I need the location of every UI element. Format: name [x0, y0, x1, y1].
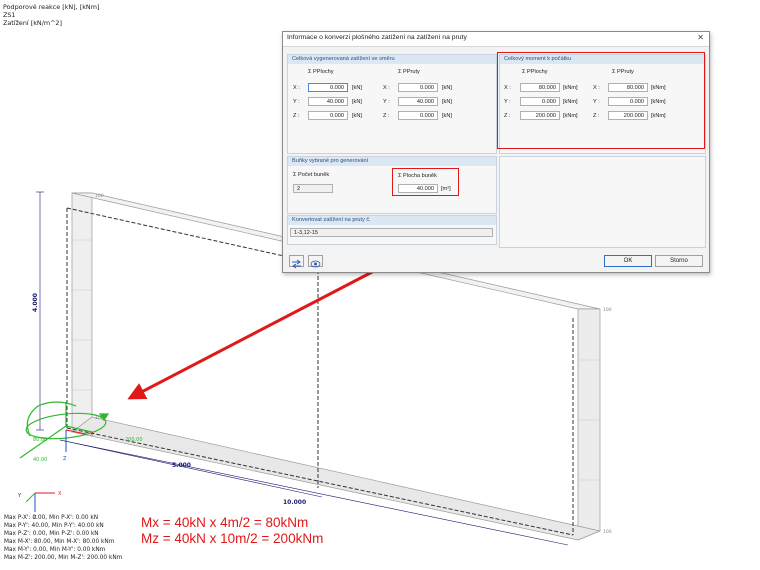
col-header-pruty: Σ PPruty: [398, 69, 420, 75]
reaction-value-labels: 80.00 40.00 200.00: [33, 437, 143, 463]
unit-label: [kN]: [442, 99, 452, 105]
wall-right: [577, 308, 601, 541]
convert-panel-title: Konvertovat zatížení na pruty č.: [288, 216, 496, 225]
load-panel: Celková vygenerovaná zatížení ve směru Σ…: [287, 54, 497, 154]
ok-button[interactable]: OK: [604, 255, 652, 267]
dialog-title: Informace o konverzi plošného zatížení n…: [287, 34, 467, 41]
summary-line: Max M-Z': 200.00, Min M-Z': 200.00 kNm: [4, 555, 123, 561]
node-label: 100: [603, 529, 612, 535]
convert-panel: Konvertovat zatížení na pruty č. 1-3,12-…: [287, 215, 497, 245]
node-label: 100: [95, 193, 104, 199]
close-icon[interactable]: ✕: [697, 33, 704, 42]
dialog-titlebar[interactable]: Informace o konverzi plošného zatížení n…: [283, 32, 709, 47]
load-z-pruty-field[interactable]: 0.000: [398, 111, 438, 120]
formula-mx: Mx = 40kN x 4m/2 = 80kNm: [141, 515, 309, 530]
summary-line: Max M-X': 80.00, Min M-X': 80.00 kNm: [4, 539, 115, 545]
load-y-plochy-field[interactable]: 40.000: [308, 97, 348, 106]
cell-count-field[interactable]: 2: [293, 184, 333, 193]
cells-panel-title: Buňky vybrané pro generování: [288, 157, 496, 166]
load-x-plochy-field[interactable]: 0.000: [308, 83, 348, 92]
conversion-info-dialog: Informace o konverzi plošného zatížení n…: [282, 31, 710, 273]
dim-height-label: 4.000: [32, 293, 39, 312]
row-axis-label: X :: [293, 85, 300, 91]
summary-line: Max P-Z': 0.00, Min P-Z': 0.00 kN: [4, 531, 99, 537]
load-z-plochy-field[interactable]: 0.000: [308, 111, 348, 120]
row-axis-label: Z :: [383, 113, 390, 119]
area-highlight-box: [392, 168, 459, 196]
unit-label: [kN]: [442, 113, 452, 119]
unit-label: [kN]: [352, 85, 362, 91]
view-icon[interactable]: [308, 255, 323, 268]
unit-label: [kN]: [442, 85, 452, 91]
load-y-pruty-field[interactable]: 40.000: [398, 97, 438, 106]
empty-panel: [499, 156, 706, 248]
load-panel-title: Celková vygenerovaná zatížení ve směru: [288, 55, 496, 64]
svg-text:X: X: [58, 491, 62, 497]
row-axis-label: Z :: [293, 113, 300, 119]
summary-line: Max M-Y': 0.00, Min M-Y': 0.00 kNm: [4, 547, 106, 553]
cancel-button[interactable]: Storno: [655, 255, 703, 267]
swap-icon[interactable]: [289, 255, 304, 269]
cell-count-label: Σ Počet buněk: [293, 172, 330, 178]
row-axis-label: Y :: [383, 99, 390, 105]
svg-text:Z: Z: [63, 456, 67, 462]
unit-label: [kN]: [352, 99, 362, 105]
dim-full-label: 10.000: [283, 499, 306, 506]
moment-highlight-box: [497, 52, 705, 149]
summary-line: Max P-Y': 40.00, Min P-Y': 40.00 kN: [4, 523, 104, 529]
formula-mz: Mz = 40kN x 10m/2 = 200kNm: [141, 531, 324, 546]
node-label: 100: [603, 307, 612, 313]
svg-text:80.00: 80.00: [33, 437, 47, 443]
wall-left: [71, 192, 93, 433]
summary-line: Max P-X': 0.00, Min P-X': 0.00 kN: [4, 515, 99, 521]
svg-text:X: X: [90, 432, 94, 438]
unit-label: [kN]: [352, 113, 362, 119]
svg-text:200.00: 200.00: [125, 437, 143, 443]
convert-members-field[interactable]: 1-3,12-15: [290, 228, 493, 237]
dim-half-label: 5.000: [172, 462, 191, 469]
svg-text:40.00: 40.00: [33, 457, 47, 463]
row-axis-label: X :: [383, 85, 390, 91]
col-header-plochy: Σ PPlochy: [308, 69, 334, 75]
load-x-pruty-field[interactable]: 0.000: [398, 83, 438, 92]
row-axis-label: Y :: [293, 99, 300, 105]
svg-text:Y: Y: [17, 493, 22, 499]
